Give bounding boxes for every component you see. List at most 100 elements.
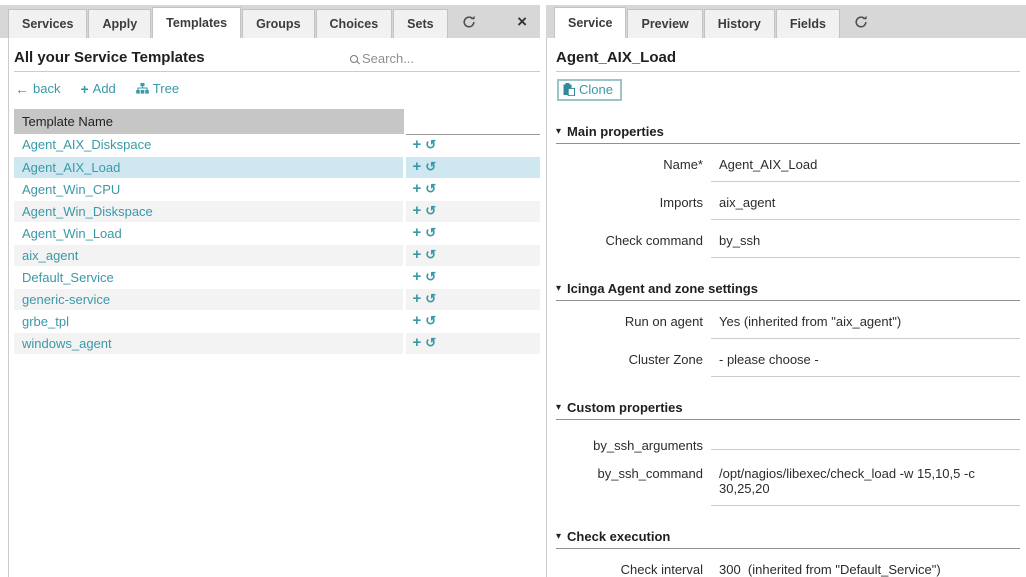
tab-service[interactable]: Service [554,7,626,38]
history-icon[interactable]: ↺ [425,203,436,218]
table-row[interactable]: Default_Service +↺ [14,266,540,288]
template-link[interactable]: windows_agent [22,336,112,351]
tab-groups[interactable]: Groups [242,9,314,38]
template-link[interactable]: Agent_Win_Diskspace [22,204,153,219]
add-service-icon[interactable]: + [413,290,422,307]
table-row[interactable]: Agent_Win_Load +↺ [14,222,540,244]
tab-services[interactable]: Services [8,9,87,38]
action-links: ← back + Add Tree [14,72,540,105]
add-service-icon[interactable]: + [413,180,422,197]
by-ssh-arguments-field[interactable] [711,433,1020,450]
history-icon[interactable]: ↺ [425,159,436,174]
history-icon[interactable]: ↺ [425,181,436,196]
add-service-icon[interactable]: + [413,312,422,329]
right-tab-bar: Service Preview History Fields [546,5,1026,38]
right-tabs-strip: Service Preview History Fields [546,0,1026,38]
cluster-zone-select[interactable]: - please choose - [711,352,1020,377]
add-service-icon[interactable]: + [413,224,422,241]
template-link[interactable]: Default_Service [22,270,114,285]
add-service-icon[interactable]: + [413,202,422,219]
name-field[interactable]: Agent_AIX_Load [711,157,1020,182]
left-tabs-strip: Services Apply Templates Groups Choices … [0,0,540,38]
service-templates-pane: Services Apply Templates Groups Choices … [0,0,540,577]
templates-table: Template Name Agent_AIX_Diskspace +↺ Age… [14,109,540,355]
section-header[interactable]: ▾ Check execution [556,529,1020,549]
section-title: Icinga Agent and zone settings [567,281,758,296]
page-title: All your Service Templates [14,49,205,66]
history-icon[interactable]: ↺ [425,335,436,350]
clone-button-label: Clone [579,82,613,97]
right-pane-content: Agent_AIX_Load Clone ▾ Main properties N… [546,38,1026,577]
add-service-icon[interactable]: + [413,246,422,263]
section-custom-properties: ▾ Custom properties by_ssh_arguments by_… [556,400,1020,506]
table-row[interactable]: Agent_Win_Diskspace +↺ [14,200,540,222]
field-label: Cluster Zone [556,352,711,367]
add-link[interactable]: + Add [80,81,115,96]
field-label: Check interval [556,562,711,577]
close-icon[interactable]: × [517,13,527,30]
tab-history[interactable]: History [704,9,775,38]
left-header-row: All your Service Templates [14,38,540,72]
history-icon[interactable]: ↺ [425,269,436,284]
back-arrow-icon: ← [15,82,29,96]
check-command-field[interactable]: by_ssh [711,233,1020,258]
template-link[interactable]: Agent_AIX_Load [22,160,120,175]
left-pane-content: All your Service Templates ← back + Add [8,38,540,577]
form-field: Imports aix_agent [556,195,1020,220]
section-check-execution: ▾ Check execution Check interval 300 (in… [556,529,1020,577]
form-field: Cluster Zone - please choose - [556,352,1020,377]
add-link-label: Add [93,81,116,96]
template-link[interactable]: grbe_tpl [22,314,69,329]
template-link[interactable]: aix_agent [22,248,78,263]
template-link[interactable]: Agent_Win_CPU [22,182,120,197]
history-icon[interactable]: ↺ [425,247,436,262]
table-row-selected[interactable]: Agent_AIX_Load +↺ [14,156,540,178]
tab-fields[interactable]: Fields [776,9,840,38]
history-icon[interactable]: ↺ [425,137,436,152]
clone-button[interactable]: Clone [557,79,622,101]
caret-down-icon: ▾ [556,402,561,413]
table-row[interactable]: aix_agent +↺ [14,244,540,266]
tree-link[interactable]: Tree [136,81,179,96]
template-link[interactable]: generic-service [22,292,110,307]
table-row[interactable]: grbe_tpl +↺ [14,310,540,332]
run-on-agent-select[interactable]: Yes (inherited from "aix_agent") [711,314,1020,339]
by-ssh-command-field[interactable]: /opt/nagios/libexec/check_load -w 15,10,… [711,466,1020,506]
table-row[interactable]: windows_agent +↺ [14,332,540,354]
history-icon[interactable]: ↺ [425,225,436,240]
check-interval-field[interactable]: 300 (inherited from "Default_Service") [711,562,1020,577]
section-title: Main properties [567,124,664,139]
tab-choices[interactable]: Choices [316,9,393,38]
imports-field[interactable]: aix_agent [711,195,1020,220]
search-input[interactable] [362,51,512,66]
add-service-icon[interactable]: + [413,158,422,175]
table-row[interactable]: Agent_Win_CPU +↺ [14,178,540,200]
field-label: Name* [556,157,711,172]
add-service-icon[interactable]: + [413,136,422,153]
tab-preview[interactable]: Preview [627,9,702,38]
template-link[interactable]: Agent_AIX_Diskspace [22,137,151,152]
section-header[interactable]: ▾ Custom properties [556,400,1020,420]
section-main-properties: ▾ Main properties Name* Agent_AIX_Load I… [556,124,1020,258]
section-header[interactable]: ▾ Icinga Agent and zone settings [556,281,1020,301]
tab-templates[interactable]: Templates [152,7,241,38]
refresh-icon[interactable] [854,15,868,29]
refresh-icon[interactable] [462,15,476,29]
left-tab-bar: Services Apply Templates Groups Choices … [0,5,540,38]
back-link[interactable]: ← back [15,81,60,96]
tab-apply[interactable]: Apply [88,9,151,38]
add-service-icon[interactable]: + [413,268,422,285]
section-title: Custom properties [567,400,683,415]
section-title: Check execution [567,529,670,544]
back-link-label: back [33,81,60,96]
section-header[interactable]: ▾ Main properties [556,124,1020,144]
form-field: Check command by_ssh [556,233,1020,258]
tab-sets[interactable]: Sets [393,9,447,38]
table-row[interactable]: Agent_AIX_Diskspace +↺ [14,134,540,156]
history-icon[interactable]: ↺ [425,291,436,306]
history-icon[interactable]: ↺ [425,313,436,328]
template-link[interactable]: Agent_Win_Load [22,226,122,241]
table-row[interactable]: generic-service +↺ [14,288,540,310]
column-header-template-name: Template Name [14,109,404,134]
add-service-icon[interactable]: + [413,334,422,351]
